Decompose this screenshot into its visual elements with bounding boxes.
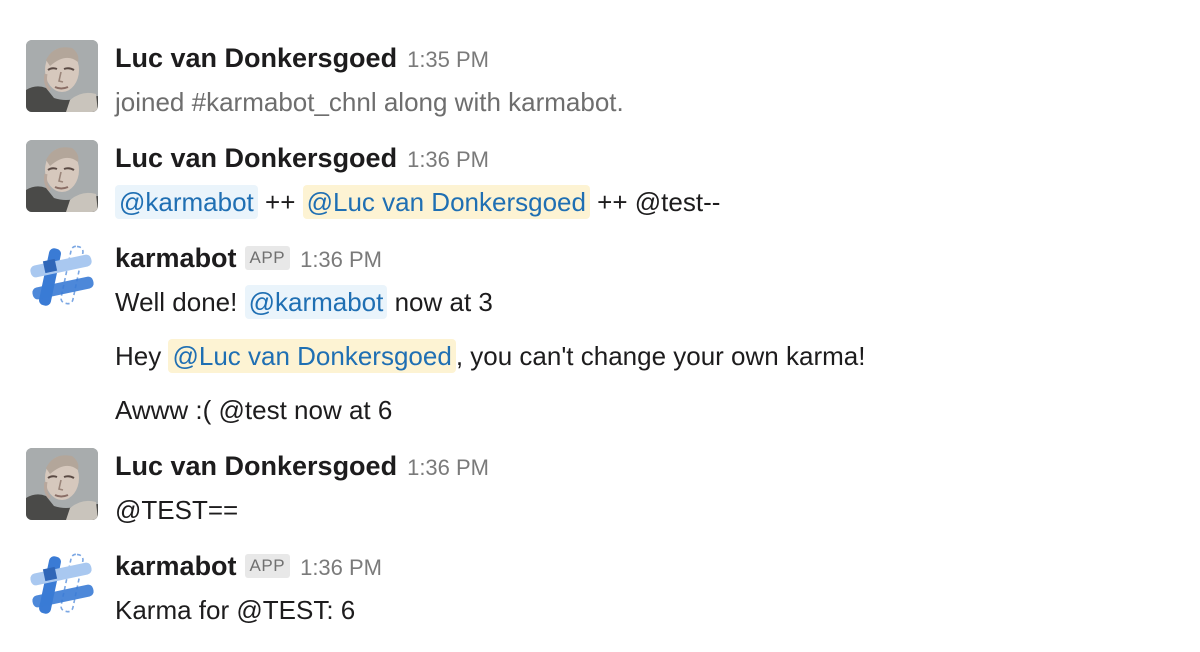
user-photo-avatar-icon [26, 140, 98, 212]
message-header: karmabot APP 1:36 PM [115, 548, 382, 584]
timestamp[interactable]: 1:36 PM [407, 147, 489, 172]
self-mention[interactable]: @Luc van Donkersgoed [302, 185, 590, 219]
bot-avatar[interactable] [26, 240, 98, 312]
user-avatar[interactable] [26, 448, 98, 520]
message-text: @TEST== [115, 495, 239, 525]
user-photo-avatar-icon [26, 40, 98, 112]
message-list: Luc van Donkersgoed 1:35 PM joined #karma… [0, 0, 1200, 652]
app-badge: APP [244, 554, 291, 578]
karmabot-hash-avatar-icon [28, 552, 96, 616]
message-text-segment: ++ @test-- [589, 187, 721, 217]
user-mention[interactable]: @karmabot [115, 185, 258, 219]
message-text: Awww :( @test now at 6 [115, 395, 393, 425]
timestamp[interactable]: 1:35 PM [407, 47, 489, 72]
user-avatar[interactable] [26, 40, 98, 112]
message-text-segment: now at 3 [387, 287, 493, 317]
message-header: Luc van Donkersgoed 1:36 PM [115, 448, 489, 484]
message-header: Luc van Donkersgoed 1:35 PM [115, 40, 489, 76]
message-text-segment: ++ [257, 187, 303, 217]
system-message-text: joined #karmabot_chnl along with karmabo… [115, 87, 624, 117]
message-text: Hey @Luc van Donkersgoed, you can't chan… [115, 336, 865, 376]
author-name[interactable]: Luc van Donkersgoed [115, 43, 397, 73]
user-avatar[interactable] [26, 140, 98, 212]
message-text-segment: Hey [115, 341, 169, 371]
author-name[interactable]: karmabot [115, 551, 237, 581]
self-mention[interactable]: @Luc van Donkersgoed [168, 339, 456, 373]
timestamp[interactable]: 1:36 PM [300, 247, 382, 272]
author-name[interactable]: Luc van Donkersgoed [115, 451, 397, 481]
timestamp[interactable]: 1:36 PM [407, 455, 489, 480]
message-header: Luc van Donkersgoed 1:36 PM [115, 140, 489, 176]
author-name[interactable]: karmabot [115, 243, 237, 273]
author-name[interactable]: Luc van Donkersgoed [115, 143, 397, 173]
user-photo-avatar-icon [26, 448, 98, 520]
message-text: @karmabot ++ @Luc van Donkersgoed ++ @te… [115, 182, 720, 222]
bot-avatar[interactable] [26, 548, 98, 620]
karmabot-hash-avatar-icon [28, 244, 96, 308]
app-badge: APP [244, 246, 291, 270]
message-text-segment: , you can't change your own karma! [455, 341, 866, 371]
timestamp[interactable]: 1:36 PM [300, 555, 382, 580]
message-text: Well done! @karmabot now at 3 [115, 282, 493, 322]
message-text: Karma for @TEST: 6 [115, 595, 356, 625]
user-mention[interactable]: @karmabot [244, 285, 388, 319]
message-header: karmabot APP 1:36 PM [115, 240, 382, 276]
message-text-segment: Well done! [115, 287, 245, 317]
